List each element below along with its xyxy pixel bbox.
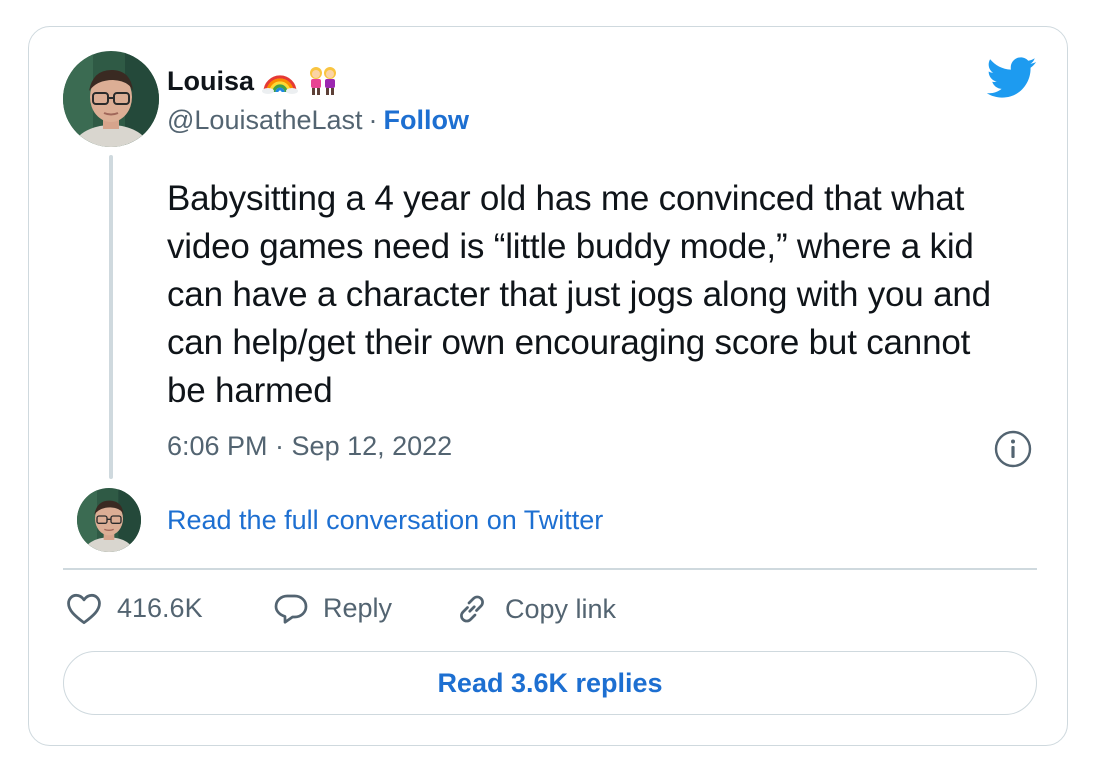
conversation-avatar[interactable] [77,488,141,552]
author-handle[interactable]: @LouisatheLast [167,105,363,135]
speech-bubble-icon [273,591,309,625]
like-count: 416.6K [117,592,203,623]
follow-link[interactable]: Follow [384,105,469,135]
twitter-bird-icon[interactable] [986,57,1037,99]
thread-line [109,155,113,479]
reply-label: Reply [323,592,393,623]
separator-dot: · [368,105,378,135]
author-display-name[interactable]: Louisa [167,66,254,97]
read-conversation-link[interactable]: Read the full conversation on Twitter [167,505,603,536]
author-handle-row: @LouisatheLast · Follow [167,105,469,136]
tweet-text: Babysitting a 4 year old has me convince… [167,179,991,410]
tweet-timestamp[interactable]: 6:06 PM · Sep 12, 2022 [167,431,452,462]
heart-icon [65,591,103,625]
like-action[interactable]: 416.6K [65,591,203,625]
tweet-embed-card: Louisa @LouisatheLast · Follow Babysitti… [28,26,1068,746]
rainbow-emoji [262,68,299,94]
copy-link-action[interactable]: Copy link [453,591,616,627]
author-name-row: Louisa [167,65,340,97]
copy-link-label: Copy link [505,593,617,624]
author-avatar[interactable] [63,51,159,147]
two-women-emoji [306,65,340,97]
info-icon[interactable] [993,429,1033,469]
reply-action[interactable]: Reply [273,591,392,625]
link-icon [453,591,491,627]
read-replies-button[interactable]: Read 3.6K replies [63,651,1037,715]
divider [63,568,1037,570]
